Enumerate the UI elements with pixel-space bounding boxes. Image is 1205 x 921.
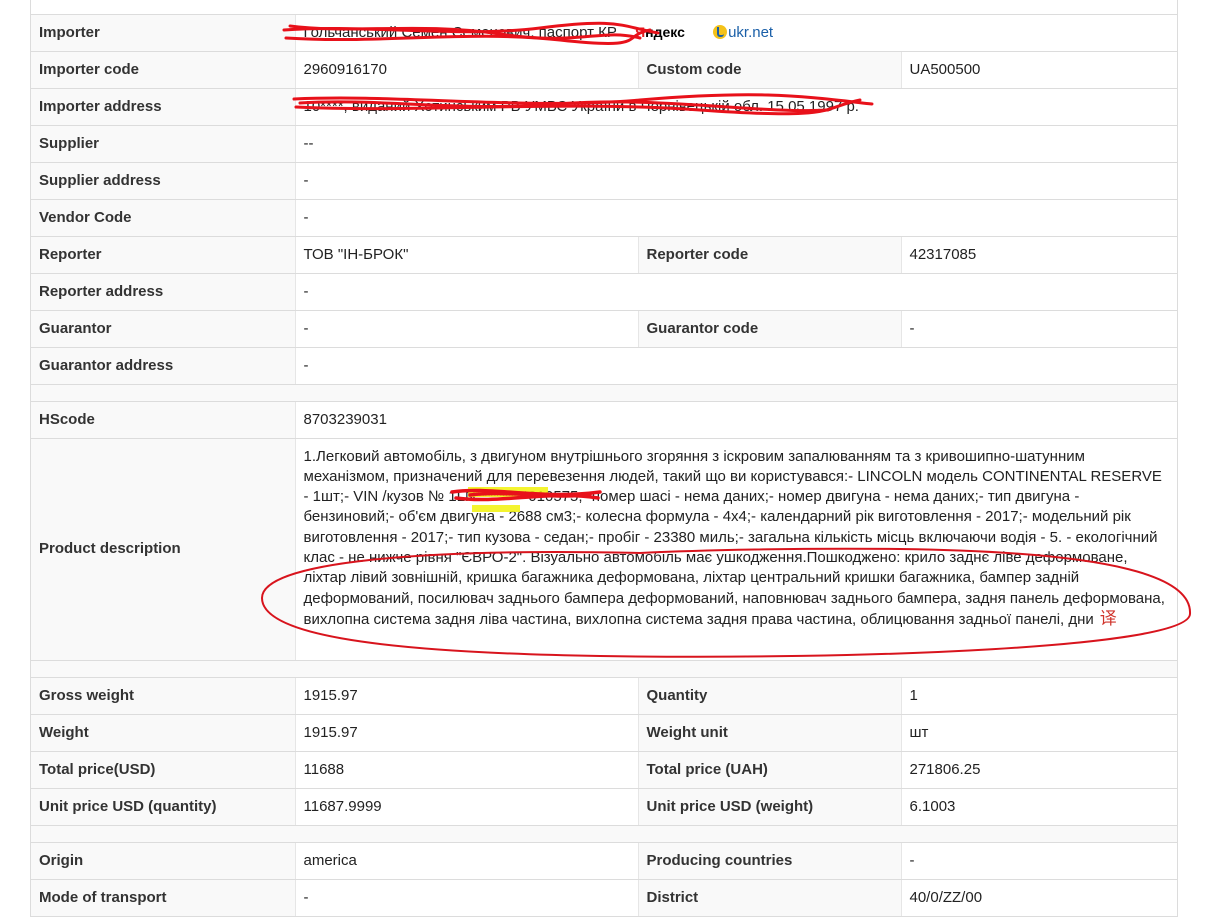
row-reporter-address: Reporter address - <box>31 273 1177 311</box>
supplier-value: -- <box>295 125 1177 163</box>
importer-code-label: Importer code <box>31 51 296 89</box>
total-price-usd-value: 11688 <box>295 751 639 789</box>
gross-weight-label: Gross weight <box>31 677 296 715</box>
producing-countries-value: - <box>901 842 1177 880</box>
row-gross-weight: Gross weight 1915.97 Quantity 1 <box>31 677 1177 715</box>
mode-of-transport-label: Mode of transport <box>31 879 296 917</box>
importer-address-value: 10****, виданий Хотинським РВ УМВС Украї… <box>295 88 1177 126</box>
row-hscode: HScode 8703239031 <box>31 401 1177 439</box>
ukrnet-logo-text: ukr.net <box>728 24 774 41</box>
guarantor-value: - <box>295 310 639 348</box>
origin-label: Origin <box>31 842 296 880</box>
row-reporter: Reporter ТОВ "ІН-БРОК" Reporter code 423… <box>31 236 1177 274</box>
custom-code-label: Custom code <box>638 51 902 89</box>
supplier-label: Supplier <box>31 125 296 163</box>
product-description-cell: 1.Легковий автомобіль, з двигуном внутрі… <box>295 438 1177 661</box>
hscode-value: 8703239031 <box>295 401 1177 439</box>
unit-price-quantity-label: Unit price USD (quantity) <box>31 788 296 826</box>
guarantor-address-value: - <box>295 347 1177 385</box>
district-value: 40/0/ZZ/00 <box>901 879 1177 917</box>
ukrnet-logo-icon <box>713 25 728 39</box>
row-importer-code: Importer code 2960916170 Custom code UA5… <box>31 51 1177 89</box>
row-supplier-address: Supplier address - <box>31 162 1177 200</box>
district-label: District <box>638 879 902 917</box>
guarantor-address-label: Guarantor address <box>31 347 296 385</box>
ukrnet-logo[interactable]: ukr.net <box>713 24 773 41</box>
row-origin: Origin america Producing countries - <box>31 842 1177 880</box>
custom-code-value: UA500500 <box>901 51 1177 89</box>
total-price-uah-value: 271806.25 <box>901 751 1177 789</box>
reporter-address-label: Reporter address <box>31 273 296 311</box>
mode-of-transport-value: - <box>295 879 639 917</box>
reporter-label: Reporter <box>31 236 296 274</box>
guarantor-code-value: - <box>901 310 1177 348</box>
translate-icon[interactable]: 译 <box>1100 609 1117 629</box>
row-total-price: Total price(USD) 11688 Total price (UAH)… <box>31 751 1177 789</box>
vendor-code-label: Vendor Code <box>31 199 296 237</box>
row-vendor-code: Vendor Code - <box>31 199 1177 237</box>
guarantor-code-label: Guarantor code <box>638 310 902 348</box>
table-top-strip <box>31 0 1177 15</box>
reporter-code-value: 42317085 <box>901 236 1177 274</box>
importer-address-label: Importer address <box>31 88 296 126</box>
section-spacer <box>31 825 1177 843</box>
importer-label: Importer <box>31 14 296 52</box>
unit-price-quantity-value: 11687.9999 <box>295 788 639 826</box>
customs-record-table: Importer Гольчанський Семен Семенович, п… <box>30 0 1178 917</box>
guarantor-label: Guarantor <box>31 310 296 348</box>
row-importer: Importer Гольчанський Семен Семенович, п… <box>31 14 1177 52</box>
inline-logos: Яндекс ukr.net <box>635 24 773 41</box>
product-description-label: Product description <box>31 438 296 661</box>
unit-price-weight-label: Unit price USD (weight) <box>638 788 902 826</box>
unit-price-weight-value: 6.1003 <box>901 788 1177 826</box>
vendor-code-value: - <box>295 199 1177 237</box>
product-description-value: 1.Легковий автомобіль, з двигуном внутрі… <box>303 447 1165 628</box>
row-importer-address: Importer address 10****, виданий Хотинсь… <box>31 88 1177 126</box>
total-price-uah-label: Total price (UAH) <box>638 751 902 789</box>
supplier-address-value: - <box>295 162 1177 200</box>
record-table: Importer Гольчанський Семен Семенович, п… <box>31 0 1177 917</box>
row-transport: Mode of transport - District 40/0/ZZ/00 <box>31 879 1177 917</box>
weight-label: Weight <box>31 714 296 752</box>
reporter-value: ТОВ "ІН-БРОК" <box>295 236 639 274</box>
weight-unit-value: шт <box>901 714 1177 752</box>
importer-code-value: 2960916170 <box>295 51 639 89</box>
section-spacer <box>31 660 1177 678</box>
row-product-description: Product description 1.Легковий автомобіл… <box>31 438 1177 661</box>
gross-weight-value: 1915.97 <box>295 677 639 715</box>
yandex-logo-text: ндекс <box>645 24 685 40</box>
hscode-label: HScode <box>31 401 296 439</box>
yandex-logo[interactable]: Яндекс <box>635 24 685 40</box>
origin-value: america <box>295 842 639 880</box>
section-spacer <box>31 384 1177 402</box>
quantity-value: 1 <box>901 677 1177 715</box>
weight-unit-label: Weight unit <box>638 714 902 752</box>
page: Importer Гольчанський Семен Семенович, п… <box>0 0 1205 921</box>
row-guarantor-address: Guarantor address - <box>31 347 1177 385</box>
producing-countries-label: Producing countries <box>638 842 902 880</box>
row-weight: Weight 1915.97 Weight unit шт <box>31 714 1177 752</box>
row-supplier: Supplier -- <box>31 125 1177 163</box>
reporter-code-label: Reporter code <box>638 236 902 274</box>
quantity-label: Quantity <box>638 677 902 715</box>
total-price-usd-label: Total price(USD) <box>31 751 296 789</box>
reporter-address-value: - <box>295 273 1177 311</box>
importer-value: Гольчанський Семен Семенович, паспорт КР <box>303 24 617 41</box>
row-unit-price: Unit price USD (quantity) 11687.9999 Uni… <box>31 788 1177 826</box>
weight-value: 1915.97 <box>295 714 639 752</box>
importer-value-cell: Гольчанський Семен Семенович, паспорт КР… <box>295 14 1177 52</box>
supplier-address-label: Supplier address <box>31 162 296 200</box>
row-guarantor: Guarantor - Guarantor code - <box>31 310 1177 348</box>
